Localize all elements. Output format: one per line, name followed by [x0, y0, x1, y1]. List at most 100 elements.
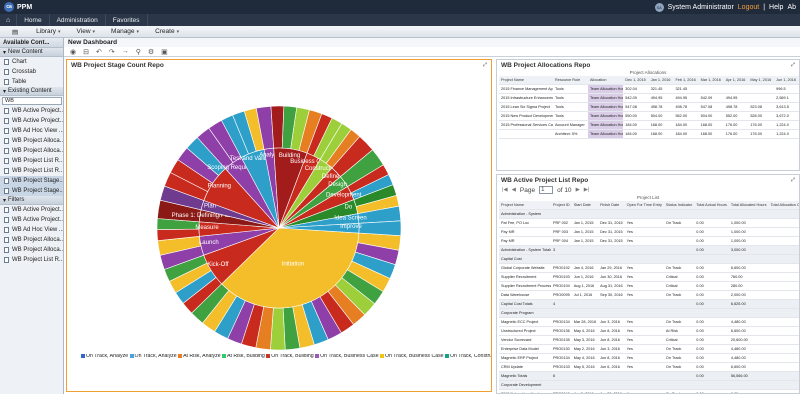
- maximize-icon[interactable]: ⤢: [791, 62, 795, 68]
- column-header[interactable]: Start Date: [571, 201, 599, 210]
- column-header[interactable]: Finish Date: [598, 201, 625, 210]
- next-page-icon[interactable]: ▶: [576, 187, 580, 193]
- menu-view[interactable]: View: [69, 26, 104, 38]
- content-item[interactable]: WB Ad Hoc View ...: [0, 126, 63, 136]
- column-header[interactable]: Dec 1, 2015: [623, 76, 649, 85]
- table-row[interactable]: 2015 Professional Services CatalogAccoun…: [499, 120, 799, 130]
- table-row[interactable]: 2015 Lean Six Sigma Project Tools Team All…: [499, 102, 799, 112]
- table-row[interactable]: Capital Cost Totals 4 0.00 6,625.00: [499, 299, 799, 309]
- help-extra[interactable]: Ab: [787, 4, 796, 11]
- table-row[interactable]: CRM Update PRO0133 May 5, 2016 Jun 6, 2016 Y…: [499, 362, 799, 372]
- home-icon[interactable]: ⌂: [0, 14, 18, 26]
- column-header[interactable]: Total Allocated Hours: [728, 201, 769, 210]
- content-item[interactable]: WB Project Alloca...: [0, 235, 63, 245]
- table-row[interactable]: Pay MR PRF 003 Jan 1, 2015 Dec 31, 2015 Yes 0…: [499, 227, 799, 237]
- table-row[interactable]: Supplier Recruitment Process PRO0194 Aug 1…: [499, 281, 799, 291]
- table-row[interactable]: Magnetic Totals 6 0.00 56,566.00: [499, 371, 799, 381]
- table-row[interactable]: 2015 Infrastructure EnhancementsToolsTea…: [499, 93, 799, 103]
- arrow-icon[interactable]: →: [122, 48, 129, 55]
- column-header[interactable]: Total Allocation Cost: [768, 201, 799, 210]
- column-header[interactable]: Allocation: [588, 76, 624, 85]
- table-row[interactable]: Data Warehouse PRO0095 Jul 1, 2016 Sep 30, …: [499, 290, 799, 300]
- user-avatar-icon[interactable]: SA: [654, 2, 664, 12]
- table-row[interactable]: Corporate Program: [499, 308, 799, 318]
- collapse-icon[interactable]: ▾: [3, 197, 6, 204]
- existing-content-section[interactable]: ▾ Existing Content: [0, 87, 63, 96]
- properties-icon[interactable]: ⚙: [148, 48, 154, 56]
- table-row[interactable]: Magnetic ERP Project PRO0134 May 4, 2016 Ju…: [499, 353, 799, 363]
- nav-home[interactable]: Home: [17, 14, 50, 26]
- filter-icon[interactable]: ⚲: [136, 48, 141, 56]
- menu-create[interactable]: Create: [147, 26, 187, 38]
- content-item[interactable]: WB Active Project...: [0, 215, 63, 225]
- allocations-panel[interactable]: WB Project Allocations Repo ⤢ Project All…: [496, 59, 800, 171]
- nav-administration[interactable]: Administration: [50, 14, 106, 26]
- nav-favorites[interactable]: Favorites: [106, 14, 148, 26]
- column-header[interactable]: Project Name: [499, 76, 553, 85]
- column-header[interactable]: Total Actual Hours: [694, 201, 729, 210]
- table-row[interactable]: Unstructured Project PRO0136 May 4, 2016 Ju…: [499, 326, 799, 336]
- content-item[interactable]: WB Ad Hoc View ...: [0, 225, 63, 235]
- table-row[interactable]: Capital Cost: [499, 254, 799, 264]
- filters-section[interactable]: ▾ Filters: [0, 196, 63, 205]
- menu-library[interactable]: Library: [28, 26, 68, 38]
- new-item-crosstab[interactable]: Crosstab: [0, 67, 63, 77]
- maximize-icon[interactable]: ⤢: [483, 62, 487, 68]
- table-row[interactable]: Magnetic ECC Project PRO0134 Mar 28, 2016 J…: [499, 317, 799, 327]
- table-row[interactable]: Architect: 5%Team Allocation Hours184.00…: [499, 129, 799, 139]
- table-row[interactable]: 2015 Finance Management Application Depl…: [499, 84, 799, 94]
- column-header[interactable]: Status Indicator: [663, 201, 695, 210]
- content-item[interactable]: WB Project Alloca...: [0, 136, 63, 146]
- redo-icon[interactable]: ↷: [109, 48, 115, 56]
- column-header[interactable]: Project ID: [551, 201, 572, 210]
- content-item[interactable]: WB Active Project...: [0, 205, 63, 215]
- page-input[interactable]: 1: [539, 186, 554, 194]
- content-item[interactable]: WB Project Alloca...: [0, 146, 63, 156]
- pie-outer-segment[interactable]: [358, 220, 402, 236]
- column-header[interactable]: Apr 1, 2016: [723, 76, 749, 85]
- content-item[interactable]: WB Project List R...: [0, 156, 63, 166]
- content-item[interactable]: WB Active Project...: [0, 106, 63, 116]
- table-row[interactable]: Vendor Scorecard PRO0135 May 3, 2016 Jun 8,…: [499, 335, 799, 345]
- content-item[interactable]: WB Project List R...: [0, 255, 63, 265]
- last-page-icon[interactable]: ▶|: [584, 187, 590, 193]
- content-item[interactable]: WB Project Stage...: [0, 176, 63, 186]
- content-item[interactable]: WB Project Stage...: [0, 186, 63, 196]
- column-header[interactable]: Jan 1, 2016: [648, 76, 674, 85]
- column-header[interactable]: May 1, 2016: [748, 76, 775, 85]
- content-item[interactable]: WB Project List R...: [0, 166, 63, 176]
- export-icon[interactable]: ⊟: [83, 48, 89, 56]
- stage-count-panel[interactable]: WB Project Stage Count Repo ⤢ Initiation K…: [66, 59, 492, 392]
- content-item[interactable]: WB Project Alloca...: [0, 245, 63, 255]
- table-row[interactable]: Global Corporate Website PRO0192 Jan 4, 20…: [499, 263, 799, 273]
- table-row[interactable]: Pat Fee, PO Loc PRF 002 Jan 1, 2015 Dec 31,…: [499, 218, 799, 228]
- stage-pie-chart[interactable]: InitiationKick-OffLaunchMeasurePhase 1: …: [67, 70, 491, 352]
- content-item[interactable]: WB Active Project...: [0, 116, 63, 126]
- table-row[interactable]: Pay MR PRF 004 Jan 1, 2015 Dec 31, 2015 Yes 0…: [499, 236, 799, 246]
- project-list-panel[interactable]: WB Active Project List Repo ⤢ |◀ ◀ Page 1…: [496, 174, 800, 394]
- table-row[interactable]: Enterprise Data Model PRO0130 May 2, 2016 J…: [499, 344, 799, 354]
- table-row[interactable]: Administration - System: [499, 209, 799, 219]
- menu-icon[interactable]: ▤: [4, 26, 28, 38]
- content-search-input[interactable]: WB: [2, 97, 62, 105]
- save-icon[interactable]: ▣: [161, 48, 168, 56]
- column-header[interactable]: Project Name: [499, 201, 551, 210]
- table-row[interactable]: Corporate Development: [499, 380, 799, 390]
- undo-icon[interactable]: ↶: [96, 48, 102, 56]
- new-item-chart[interactable]: Chart: [0, 57, 63, 67]
- collapse-icon[interactable]: ▾: [3, 49, 6, 56]
- view-icon[interactable]: ◉: [70, 48, 76, 56]
- table-row[interactable]: 2015 Networking Hardware PRO0040 Jan 5, 20…: [499, 389, 799, 393]
- menu-manage[interactable]: Manage: [103, 26, 147, 38]
- column-header[interactable]: Open For Time Entry: [624, 201, 664, 210]
- first-page-icon[interactable]: |◀: [502, 187, 508, 193]
- column-header[interactable]: Feb 1, 2016: [673, 76, 699, 85]
- logout-link[interactable]: Logout: [738, 4, 759, 11]
- column-header[interactable]: Mar 1, 2016: [698, 76, 724, 85]
- collapse-icon[interactable]: ▾: [3, 88, 6, 95]
- new-item-table[interactable]: Table: [0, 77, 63, 87]
- column-header[interactable]: Resource Role: [552, 76, 588, 85]
- help-link[interactable]: Help: [769, 4, 783, 11]
- maximize-icon[interactable]: ⤢: [791, 177, 795, 183]
- table-row[interactable]: Supplier Recruitment PRO0193 Jun 1, 2016 Ju…: [499, 272, 799, 282]
